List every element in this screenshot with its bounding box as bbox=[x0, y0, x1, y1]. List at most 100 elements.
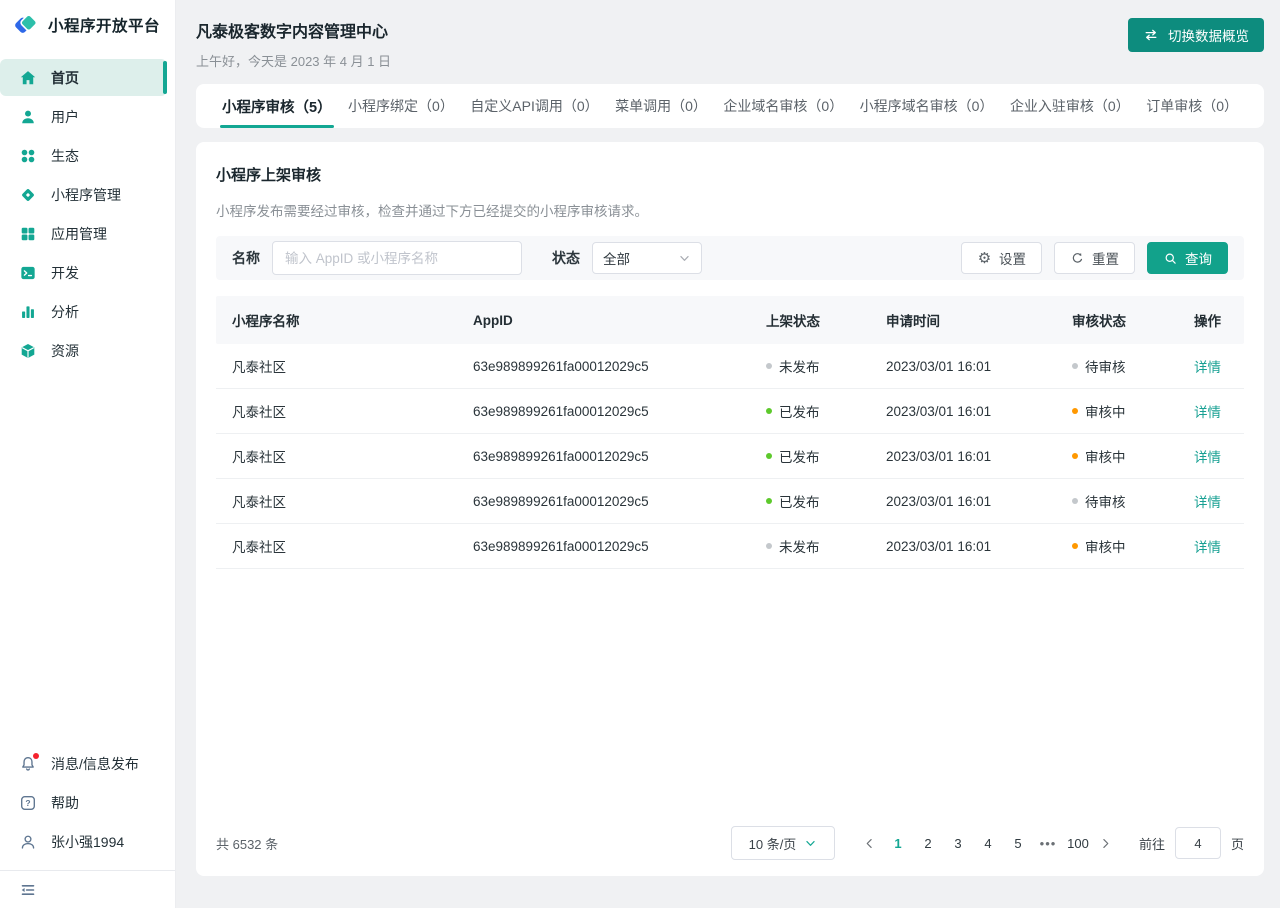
logo: 小程序开放平台 bbox=[0, 0, 175, 51]
search-button[interactable]: 查询 bbox=[1147, 242, 1228, 274]
tab-enterprise-domain-review[interactable]: 企业域名审核（0） bbox=[723, 84, 843, 128]
detail-link[interactable]: 详情 bbox=[1194, 401, 1244, 421]
pagination-controls: 10 条/页 12345•••100 前往 页 bbox=[731, 826, 1244, 860]
tab-order-review[interactable]: 订单审核（0） bbox=[1146, 84, 1238, 128]
svg-text:?: ? bbox=[25, 798, 30, 808]
sidebar-bottom-menu: 消息/信息发布? 帮助张小强1994 bbox=[0, 745, 175, 862]
status-text: 待审核 bbox=[1085, 356, 1126, 376]
tab-enterprise-onboard-review[interactable]: 企业入驻审核（0） bbox=[1010, 84, 1130, 128]
status-dot-gray bbox=[1072, 363, 1078, 369]
sidebar-menu: 首页用户生态小程序管理应用管理开发分析资源 bbox=[0, 51, 175, 371]
table-row: 凡泰社区63e989899261fa00012029c5未发布2023/03/0… bbox=[216, 524, 1244, 569]
cell-publish-status: 已发布 bbox=[766, 446, 886, 466]
cell-publish-status: 未发布 bbox=[766, 356, 886, 376]
collapse-menu-icon bbox=[19, 881, 37, 899]
goto-page: 前往 页 bbox=[1139, 827, 1244, 859]
sidebar-item-account[interactable]: 张小强1994 bbox=[0, 823, 167, 860]
cell-miniapp-name: 凡泰社区 bbox=[232, 401, 473, 421]
status-select-value: 全部 bbox=[603, 248, 630, 268]
sidebar-item-miniapp-manage[interactable]: 小程序管理 bbox=[0, 176, 167, 213]
page-2[interactable]: 2 bbox=[915, 827, 941, 859]
sidebar-item-analysis[interactable]: 分析 bbox=[0, 293, 167, 330]
sidebar-item-ecosystem[interactable]: 生态 bbox=[0, 137, 167, 174]
status-text: 审核中 bbox=[1085, 446, 1126, 466]
review-table: 小程序名称AppID上架状态申请时间审核状态操作 凡泰社区63e98989926… bbox=[216, 296, 1244, 569]
pager: 12345•••100 bbox=[857, 827, 1119, 859]
ecosystem-icon bbox=[19, 147, 37, 165]
sidebar-item-resource[interactable]: 资源 bbox=[0, 332, 167, 369]
column-header: 操作 bbox=[1194, 310, 1244, 330]
user-icon bbox=[19, 108, 37, 126]
tab-miniapp-review[interactable]: 小程序审核（5） bbox=[222, 84, 332, 128]
status-dot-gray bbox=[1072, 498, 1078, 504]
cell-miniapp-name: 凡泰社区 bbox=[232, 356, 473, 376]
status-dot-orange bbox=[1072, 543, 1078, 549]
collapse-sidebar-button[interactable] bbox=[0, 871, 175, 908]
prev-page-button[interactable] bbox=[857, 827, 883, 859]
status-dot-green bbox=[766, 408, 772, 414]
detail-link[interactable]: 详情 bbox=[1194, 491, 1244, 511]
develop-icon bbox=[19, 264, 37, 282]
status-dot-green bbox=[766, 498, 772, 504]
main-content: 凡泰极客数字内容管理中心 上午好，今天是 2023 年 4 月 1 日 切换数据… bbox=[176, 0, 1280, 908]
logo-title: 小程序开放平台 bbox=[48, 14, 160, 36]
sidebar-item-users[interactable]: 用户 bbox=[0, 98, 167, 135]
filter-bar: 名称 状态 全部 ⚙ 设置 重置 查询 bbox=[216, 236, 1244, 280]
status-select[interactable]: 全部 bbox=[592, 242, 702, 274]
cell-publish-status: 未发布 bbox=[766, 536, 886, 556]
detail-link[interactable]: 详情 bbox=[1194, 536, 1244, 556]
sidebar-item-home[interactable]: 首页 bbox=[0, 59, 167, 96]
detail-link[interactable]: 详情 bbox=[1194, 356, 1244, 376]
tab-miniapp-bind[interactable]: 小程序绑定（0） bbox=[348, 84, 454, 128]
table-header-row: 小程序名称AppID上架状态申请时间审核状态操作 bbox=[216, 296, 1244, 344]
status-text: 已发布 bbox=[779, 401, 820, 421]
tab-menu-call[interactable]: 菜单调用（0） bbox=[615, 84, 707, 128]
account-icon bbox=[19, 833, 37, 851]
status-dot-green bbox=[766, 453, 772, 459]
next-page-button[interactable] bbox=[1093, 827, 1119, 859]
toggle-data-overview-button[interactable]: 切换数据概览 bbox=[1128, 18, 1264, 52]
name-search-input[interactable] bbox=[272, 241, 522, 275]
cell-apply-time: 2023/03/01 16:01 bbox=[886, 359, 1072, 374]
sidebar-item-label: 消息/信息发布 bbox=[51, 754, 139, 774]
tab-miniapp-domain-review[interactable]: 小程序域名审核（0） bbox=[860, 84, 994, 128]
tab-custom-api[interactable]: 自定义API调用（0） bbox=[470, 84, 598, 128]
page-5[interactable]: 5 bbox=[1005, 827, 1031, 859]
goto-page-input[interactable] bbox=[1175, 827, 1221, 859]
reset-button[interactable]: 重置 bbox=[1054, 242, 1135, 274]
cell-review-status: 审核中 bbox=[1072, 446, 1194, 466]
page-1[interactable]: 1 bbox=[885, 827, 911, 859]
sidebar-item-label: 生态 bbox=[51, 146, 79, 166]
settings-button[interactable]: ⚙ 设置 bbox=[961, 242, 1042, 274]
status-dot-gray bbox=[766, 543, 772, 549]
status-dot-orange bbox=[1072, 408, 1078, 414]
page-3[interactable]: 3 bbox=[945, 827, 971, 859]
panel-title: 小程序上架审核 bbox=[216, 164, 1244, 185]
cell-apply-time: 2023/03/01 16:01 bbox=[886, 449, 1072, 464]
cell-app-id: 63e989899261fa00012029c5 bbox=[473, 359, 766, 374]
sidebar-item-label: 分析 bbox=[51, 302, 79, 322]
page-size-select[interactable]: 10 条/页 bbox=[731, 826, 835, 860]
reset-button-label: 重置 bbox=[1092, 248, 1119, 268]
status-text: 已发布 bbox=[779, 446, 820, 466]
sidebar-item-develop[interactable]: 开发 bbox=[0, 254, 167, 291]
status-dot-orange bbox=[1072, 453, 1078, 459]
sidebar-item-app-manage[interactable]: 应用管理 bbox=[0, 215, 167, 252]
sidebar-item-label: 帮助 bbox=[51, 793, 79, 813]
page-ellipsis[interactable]: ••• bbox=[1035, 827, 1061, 859]
page-4[interactable]: 4 bbox=[975, 827, 1001, 859]
sidebar-item-help[interactable]: ? 帮助 bbox=[0, 784, 167, 821]
goto-unit: 页 bbox=[1231, 834, 1244, 853]
cell-miniapp-name: 凡泰社区 bbox=[232, 446, 473, 466]
chevron-left-icon bbox=[863, 837, 876, 850]
topbar: 凡泰极客数字内容管理中心 上午好，今天是 2023 年 4 月 1 日 切换数据… bbox=[196, 0, 1264, 84]
sidebar-item-messages[interactable]: 消息/信息发布 bbox=[0, 745, 167, 782]
tab-bar: 小程序审核（5） 小程序绑定（0） 自定义API调用（0） 菜单调用（0） 企业域名审核… bbox=[196, 84, 1264, 128]
status-text: 已发布 bbox=[779, 491, 820, 511]
detail-link[interactable]: 详情 bbox=[1194, 446, 1244, 466]
page-100[interactable]: 100 bbox=[1065, 827, 1091, 859]
status-dot-gray bbox=[766, 363, 772, 369]
cell-apply-time: 2023/03/01 16:01 bbox=[886, 404, 1072, 419]
review-panel: 小程序上架审核 小程序发布需要经过审核，检查并通过下方已经提交的小程序审核请求。… bbox=[196, 142, 1264, 876]
greeting-text: 上午好，今天是 2023 年 4 月 1 日 bbox=[196, 51, 391, 70]
